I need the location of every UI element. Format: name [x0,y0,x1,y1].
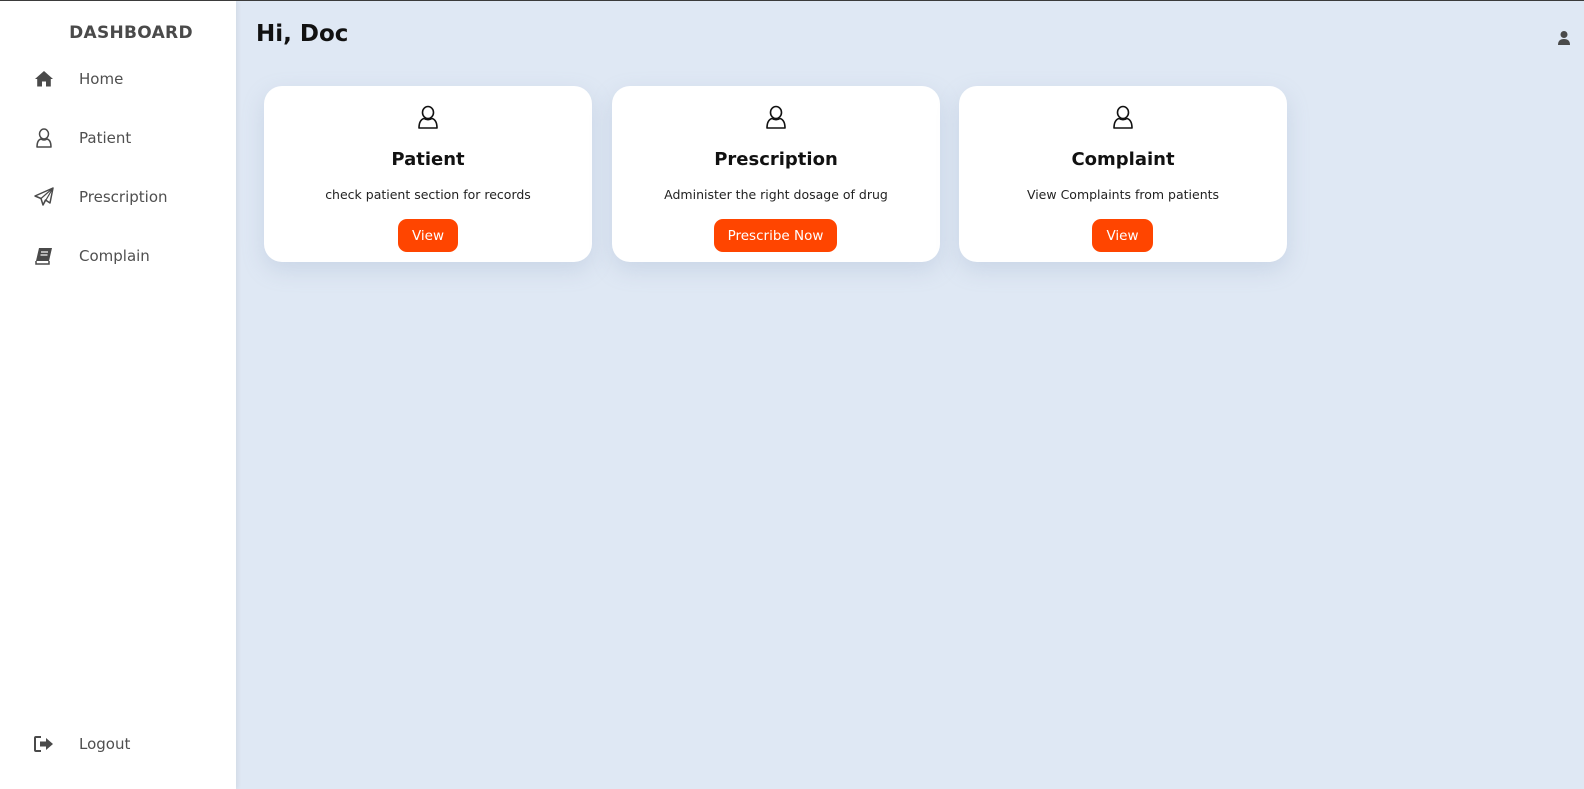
sidebar-item-label: Complain [79,247,150,265]
sidebar-item-label: Prescription [79,188,168,206]
view-patient-button[interactable]: View [398,219,458,252]
sidebar-item-label: Home [79,70,124,88]
card-patient: Patient check patient section for record… [264,86,592,262]
user-outline-icon [765,105,787,129]
main-content: Hi, Doc Patient check patient section fo… [236,1,1584,789]
logout-label: Logout [79,735,131,753]
card-description: Administer the right dosage of drug [664,187,888,202]
sidebar-item-home[interactable]: Home [34,64,123,94]
window-top-border [0,0,1584,1]
logout-button[interactable]: Logout [34,729,130,759]
user-outline-icon [417,105,439,129]
card-description: check patient section for records [325,187,531,202]
card-title: Patient [391,149,465,170]
sidebar-item-patient[interactable]: Patient [34,123,131,153]
card-title: Prescription [714,149,838,170]
sidebar: DASHBOARD Home Patient Prescription Comp… [0,1,236,789]
card-description: View Complaints from patients [1026,187,1220,202]
view-complaints-button[interactable]: View [1092,219,1153,252]
home-icon [34,69,54,89]
user-icon[interactable] [1556,30,1572,46]
sign-out-icon [34,734,54,754]
book-icon [34,246,54,266]
sidebar-brand: DASHBOARD [69,23,193,43]
card-complaint: Complaint View Complaints from patients … [959,86,1287,262]
prescribe-now-button[interactable]: Prescribe Now [714,219,837,252]
card-title: Complaint [1071,149,1175,170]
sidebar-item-prescription[interactable]: Prescription [34,182,168,212]
user-outline-icon [1112,105,1134,129]
user-outline-icon [34,128,54,148]
page-title: Hi, Doc [256,21,349,47]
sidebar-item-label: Patient [79,129,132,147]
card-prescription: Prescription Administer the right dosage… [612,86,940,262]
sidebar-item-complain[interactable]: Complain [34,241,150,271]
paper-plane-icon [34,187,54,207]
